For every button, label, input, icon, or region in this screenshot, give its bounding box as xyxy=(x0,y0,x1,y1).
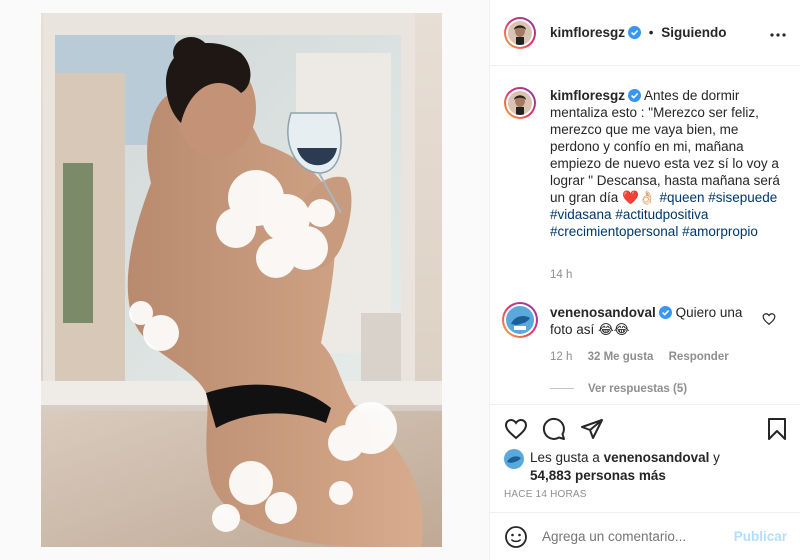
verified-badge-icon xyxy=(628,26,642,39)
header-user-line: kimfloresgz • Siguiendo xyxy=(550,25,727,40)
caption-text: Antes de dormir mentaliza esto : "Merezc… xyxy=(550,88,780,205)
post-photo[interactable] xyxy=(41,13,442,547)
smiley-icon[interactable] xyxy=(504,525,528,549)
caption-hashtags-2[interactable]: #actitudpositiva xyxy=(615,207,708,222)
heart-icon[interactable] xyxy=(504,417,528,441)
likes-user[interactable]: venenosandoval xyxy=(604,450,710,465)
more-options-icon[interactable] xyxy=(769,22,787,43)
post-timestamp[interactable]: HACE 14 HORAS xyxy=(504,489,587,500)
verified-badge-icon xyxy=(628,89,642,102)
post-caption: kimfloresgz Antes de dormir mentaliza es… xyxy=(550,87,790,240)
bookmark-icon[interactable] xyxy=(765,417,789,441)
caption-author-avatar[interactable] xyxy=(504,87,536,119)
verified-badge-icon xyxy=(658,306,672,319)
comment-heart-icon[interactable] xyxy=(762,312,776,326)
actions-section: Les gusta a venenosandoval y 54,883 pers… xyxy=(490,404,800,560)
paper-plane-icon[interactable] xyxy=(580,417,604,441)
likes-conj: y xyxy=(713,450,720,465)
likes-summary: Les gusta a venenosandoval y 54,883 pers… xyxy=(530,449,720,485)
likes-others[interactable]: 54,883 personas más xyxy=(530,468,666,483)
separator-dot: • xyxy=(648,25,654,40)
liker-avatar[interactable] xyxy=(504,449,524,469)
post-side-panel: kimfloresgz • Siguiendo kimfloresgz Ante… xyxy=(489,0,800,560)
comment-meta: 12 h 32 Me gusta Responder xyxy=(550,351,729,363)
media-pane xyxy=(0,0,489,560)
caption-username[interactable]: kimfloresgz xyxy=(550,88,625,103)
caption-hashtags-3[interactable]: #crecimientopersonal #amorpropio xyxy=(550,224,758,239)
commenter-avatar[interactable] xyxy=(502,302,538,338)
commenter-username[interactable]: venenosandoval xyxy=(550,305,656,320)
comment-bubble-icon[interactable] xyxy=(542,417,566,441)
publish-button[interactable]: Publicar xyxy=(734,529,787,544)
view-replies-label[interactable]: Ver respuestas (5) xyxy=(588,383,687,395)
replies-divider xyxy=(550,388,574,390)
following-button[interactable]: Siguiendo xyxy=(661,25,726,40)
author-avatar[interactable] xyxy=(504,17,536,49)
add-comment-row: Publicar xyxy=(490,512,800,560)
comment-body: venenosandoval Quiero una foto así 😂😂 xyxy=(550,304,765,338)
comment-time[interactable]: 12 h xyxy=(550,351,572,363)
view-replies[interactable]: Ver respuestas (5) xyxy=(550,383,687,395)
post-header: kimfloresgz • Siguiendo xyxy=(490,0,800,66)
author-username[interactable]: kimfloresgz xyxy=(550,25,625,40)
comment-likes[interactable]: 32 Me gusta xyxy=(588,351,654,363)
reply-button[interactable]: Responder xyxy=(669,351,729,363)
caption-time[interactable]: 14 h xyxy=(550,269,572,281)
add-comment-input[interactable] xyxy=(542,529,722,544)
likes-prefix: Les gusta a xyxy=(530,450,600,465)
